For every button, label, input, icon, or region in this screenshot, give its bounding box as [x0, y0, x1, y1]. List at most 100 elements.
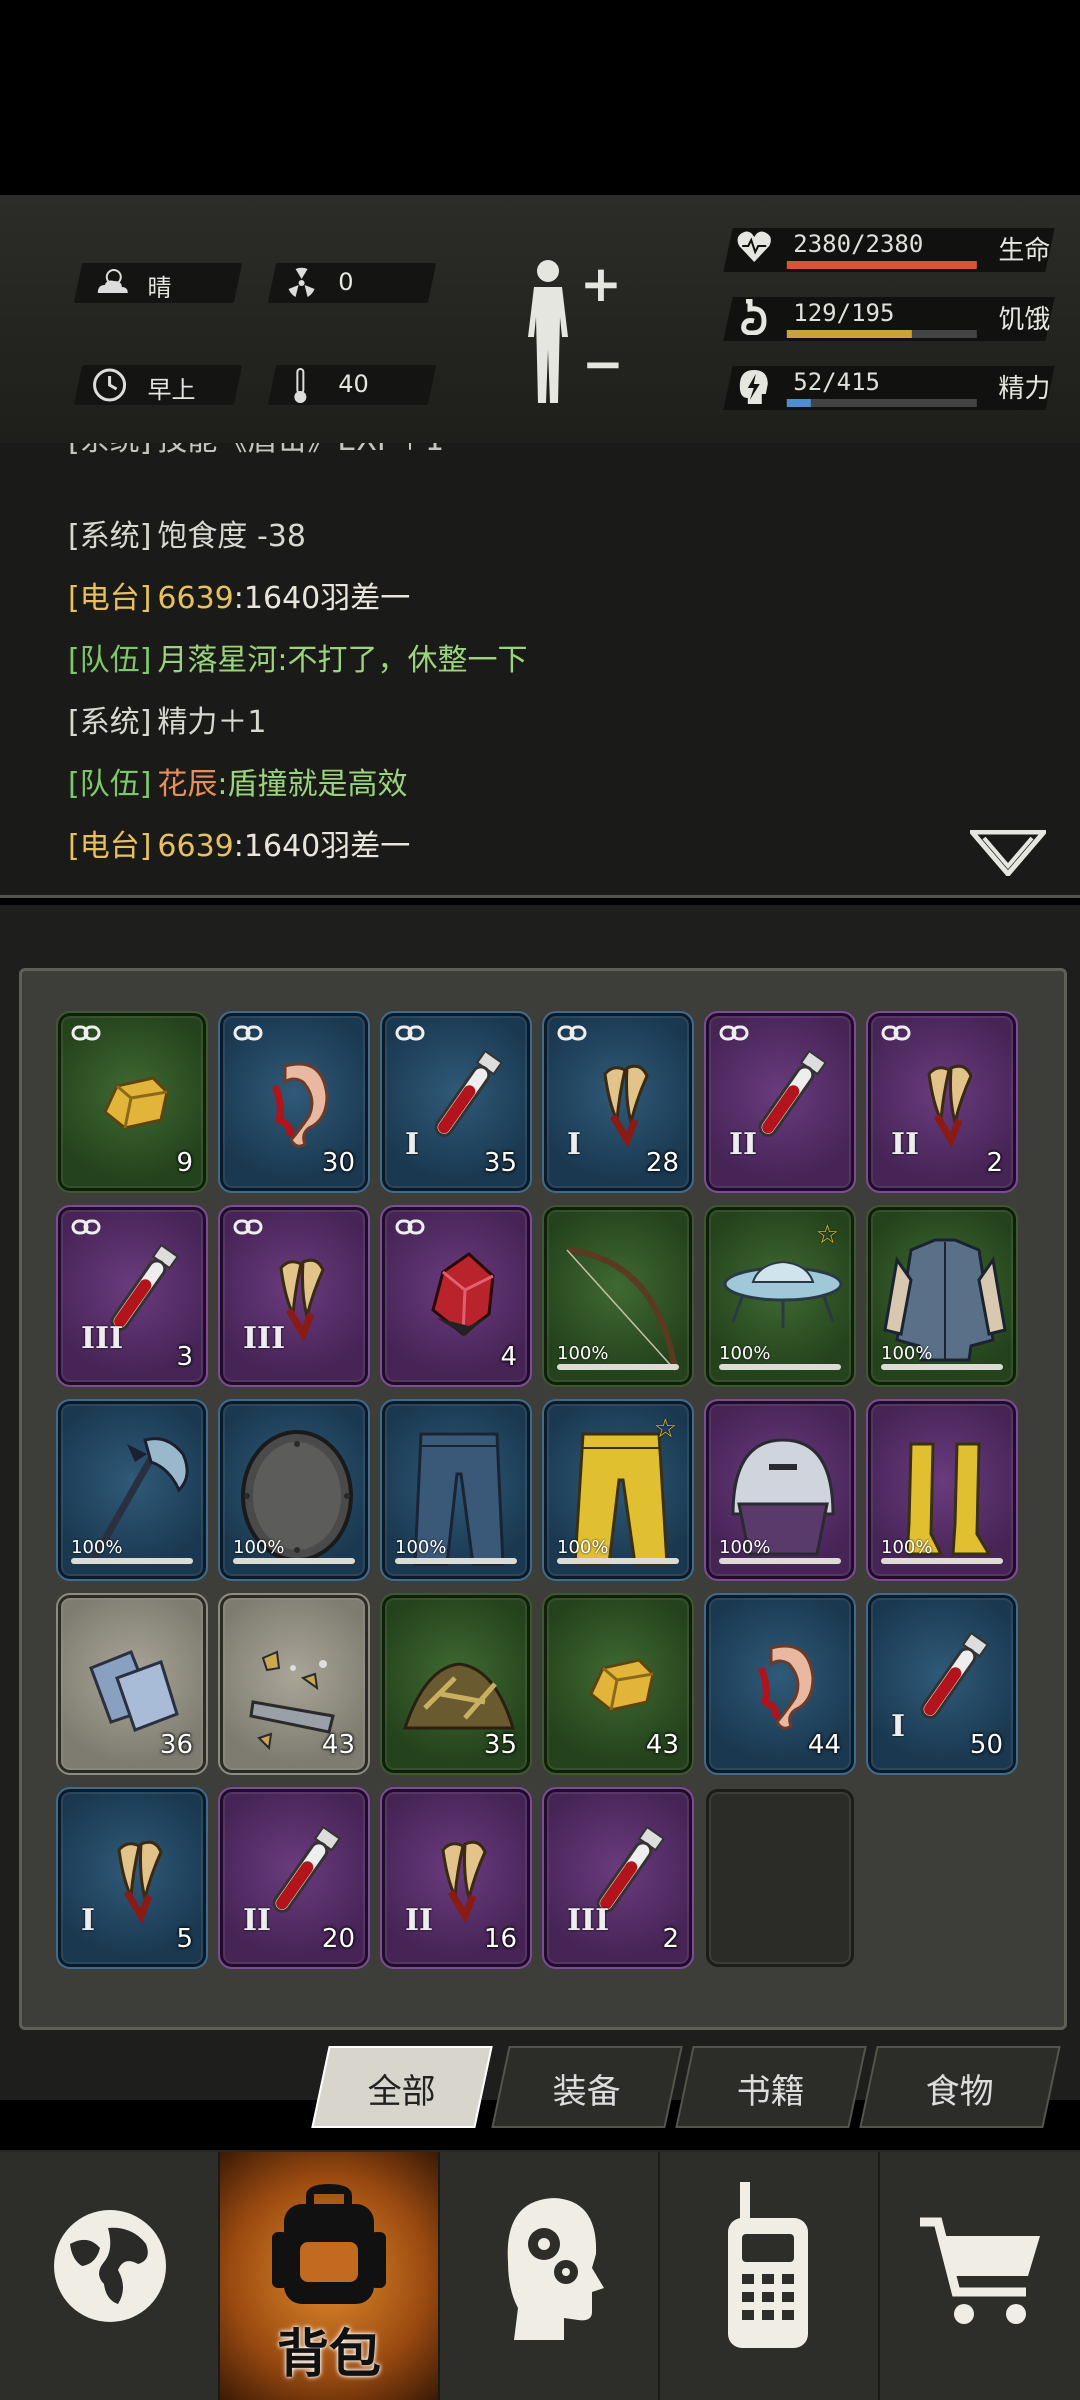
nav-backpack-label: 背包 — [276, 2325, 381, 2385]
temperature-pill: 40 — [267, 365, 437, 405]
inventory-slot[interactable]: 100% — [704, 1399, 856, 1581]
nav-backpack-button[interactable]: 背包 — [220, 2152, 440, 2400]
item-count: 9 — [176, 1148, 193, 1178]
energy-label: 精力 — [998, 374, 1051, 404]
temperature-value: 40 — [338, 370, 369, 398]
inventory-slot[interactable]: 100% — [866, 1205, 1018, 1387]
link-icon — [881, 1024, 911, 1046]
nav-shop-button[interactable] — [880, 2152, 1080, 2400]
tab-food-label: 食物 — [925, 2072, 994, 2112]
item-count: 20 — [321, 1924, 355, 1954]
durability-bar — [881, 1558, 1003, 1564]
body-minus-button[interactable]: − — [582, 335, 624, 393]
inventory-slot[interactable]: II 16 — [380, 1787, 532, 1969]
life-label: 生命 — [998, 236, 1051, 266]
inventory-slot[interactable]: 43 — [542, 1593, 694, 1775]
inventory-slot[interactable]: 4 — [380, 1205, 532, 1387]
top-black-area — [0, 0, 1080, 195]
tier-badge: III — [243, 1321, 286, 1356]
chat-line: [队伍] 月落星河:不打了，休整一下 — [68, 635, 528, 679]
body-figure-icon[interactable] — [518, 257, 578, 407]
inventory-slot[interactable]: I 50 — [866, 1593, 1018, 1775]
chat-message-text: 精力＋1 — [157, 705, 267, 740]
durability-text: 100% — [719, 1537, 771, 1558]
inventory-slot[interactable]: 30 — [218, 1011, 370, 1193]
durability-bar — [557, 1558, 679, 1564]
inventory-slot[interactable]: ☆ 100% — [542, 1399, 694, 1581]
item-count: 36 — [159, 1730, 193, 1760]
inventory-slot[interactable]: III 2 — [542, 1787, 694, 1969]
time-pill: 早上 — [73, 365, 243, 405]
cart-icon — [920, 2217, 1040, 2324]
chat-line: [队伍] 花辰:盾撞就是高效 — [68, 759, 408, 803]
inventory-slot[interactable]: III — [218, 1205, 370, 1387]
tier-badge: I — [405, 1127, 420, 1162]
hunger-stat: 129/195 饥饿 — [723, 297, 1055, 341]
chat-sender-name[interactable]: 花辰 — [157, 767, 217, 802]
item-count: 30 — [321, 1148, 355, 1178]
tab-equipment[interactable]: 装备 — [491, 2046, 683, 2128]
chat-sender-name[interactable]: 6639 — [157, 581, 233, 616]
inventory-slot-empty[interactable] — [706, 1789, 854, 1967]
inventory-slot[interactable]: III 3 — [56, 1205, 208, 1387]
inventory-slot[interactable]: 100% — [542, 1205, 694, 1387]
link-icon — [557, 1024, 587, 1046]
inventory-slot[interactable]: II 2 — [866, 1011, 1018, 1193]
weather-value: 晴 — [147, 274, 172, 302]
inventory-slot[interactable]: 100% — [218, 1399, 370, 1581]
chat-log[interactable]: [系统]技能《盾击》EXP＋1[系统]饱食度 -38[电台]6639:1640羽… — [0, 443, 1080, 898]
nav-world-button[interactable] — [0, 2152, 220, 2400]
item-count: 44 — [807, 1730, 841, 1760]
tab-all[interactable]: 全部 — [311, 2046, 493, 2128]
status-bar: 晴 0 早上 40 + − 2380/2380 生命 129/195 饥饿 52… — [0, 195, 1080, 446]
inventory-slot[interactable]: 9 — [56, 1011, 208, 1193]
inventory-slot[interactable]: 43 — [218, 1593, 370, 1775]
nav-radio-button[interactable] — [660, 2152, 880, 2400]
inventory-slot[interactable]: I 28 — [542, 1011, 694, 1193]
body-plus-button[interactable]: + — [580, 255, 622, 313]
tier-badge: II — [729, 1127, 758, 1162]
item-count: 16 — [483, 1924, 517, 1954]
item-count: 35 — [483, 1730, 517, 1760]
link-icon — [71, 1024, 101, 1046]
chat-channel-tag: [系统] — [68, 705, 152, 740]
inventory-slot[interactable]: 100% — [866, 1399, 1018, 1581]
stomach-icon — [736, 298, 768, 339]
inventory-slot[interactable]: II — [704, 1011, 856, 1193]
inventory-grid[interactable]: 9 30 I 35 I 28 II II 2 III 3 III 4 100% ☆ 100% 100% 100% 1… — [19, 968, 1067, 2030]
star-icon: ☆ — [815, 1220, 839, 1250]
durability-text: 100% — [71, 1537, 123, 1558]
tab-food[interactable]: 食物 — [859, 2046, 1061, 2128]
durability-text: 100% — [881, 1537, 933, 1558]
inventory-slot[interactable]: ☆ 100% — [704, 1205, 856, 1387]
inventory-slot[interactable]: 100% — [56, 1399, 208, 1581]
nav-skills-button[interactable] — [440, 2152, 660, 2400]
chat-sender-name[interactable]: 6639 — [157, 829, 233, 864]
inventory-slot[interactable]: 35 — [380, 1593, 532, 1775]
backpack-icon — [272, 2184, 386, 2304]
chat-channel-tag: [队伍] — [68, 643, 152, 678]
chat-message-text: 技能《盾击》EXP＋1 — [157, 443, 444, 458]
link-icon — [233, 1024, 263, 1046]
tab-books[interactable]: 书籍 — [675, 2046, 867, 2128]
chat-message-text: :1640羽差一 — [233, 581, 411, 616]
chevron-down-icon[interactable] — [966, 829, 1050, 880]
inventory-slot[interactable]: II 20 — [218, 1787, 370, 1969]
chat-line: [系统] 精力＋1 — [68, 697, 267, 741]
chat-sender-name[interactable]: 月落星河 — [157, 643, 277, 678]
inventory-slot[interactable]: 36 — [56, 1593, 208, 1775]
inventory-slot[interactable]: I5 — [56, 1787, 208, 1969]
radiation-value: 0 — [338, 268, 354, 296]
durability-bar — [395, 1558, 517, 1564]
walkie-talkie-icon — [728, 2182, 808, 2348]
inventory-slot[interactable]: I 35 — [380, 1011, 532, 1193]
inventory-slot[interactable]: 44 — [704, 1593, 856, 1775]
item-count: 35 — [483, 1148, 517, 1178]
head-gears-icon — [507, 2198, 604, 2340]
chat-message-text: :1640羽差一 — [233, 829, 411, 864]
item-count: 3 — [176, 1342, 193, 1372]
tier-badge: II — [891, 1127, 920, 1162]
hunger-value: 129/195 — [793, 299, 895, 327]
inventory-slot[interactable]: 100% — [380, 1399, 532, 1581]
radiation-pill: 0 — [267, 263, 437, 303]
